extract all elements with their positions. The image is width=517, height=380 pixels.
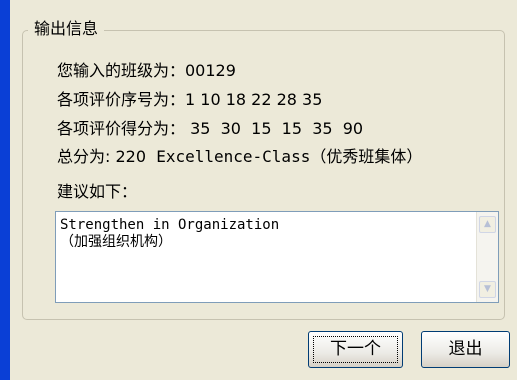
scroll-down-icon[interactable]: ▼ (479, 281, 496, 298)
advice-label: 建议如下： (57, 182, 138, 201)
total-score-text: 总分为: 220 (57, 147, 157, 166)
advice-textarea[interactable]: Strengthen in Organization （加强组织机构） ▲ ▼ (55, 211, 499, 303)
vertical-scrollbar[interactable]: ▲ ▼ (476, 212, 498, 302)
advice-text-line2: （加强组织机构） (60, 234, 172, 250)
class-rating-text: Excellence-Class（优秀班集体） (156, 147, 423, 166)
window-left-border (0, 0, 10, 380)
serial-info-text: 各项评价序号为：1 10 18 22 28 35 (57, 90, 323, 109)
class-info-text: 您输入的班级为：00129 (57, 61, 236, 80)
scroll-up-icon[interactable]: ▲ (479, 216, 496, 233)
total-info-text: 总分为: 220 Excellence-Class（优秀班集体） (57, 146, 422, 168)
advice-text: Strengthen in Organization （加强组织机构） (60, 217, 279, 251)
scores-info-text: 各项评价得分为： 35 30 15 15 35 90 (57, 119, 364, 138)
output-info-title: 输出信息 (28, 18, 105, 40)
next-button[interactable]: 下一个 (308, 331, 403, 368)
focus-rectangle (313, 336, 398, 363)
exit-button[interactable]: 退出 (421, 331, 510, 368)
exit-button-label: 退出 (448, 339, 483, 359)
advice-text-line1: Strengthen in Organization (60, 217, 280, 233)
